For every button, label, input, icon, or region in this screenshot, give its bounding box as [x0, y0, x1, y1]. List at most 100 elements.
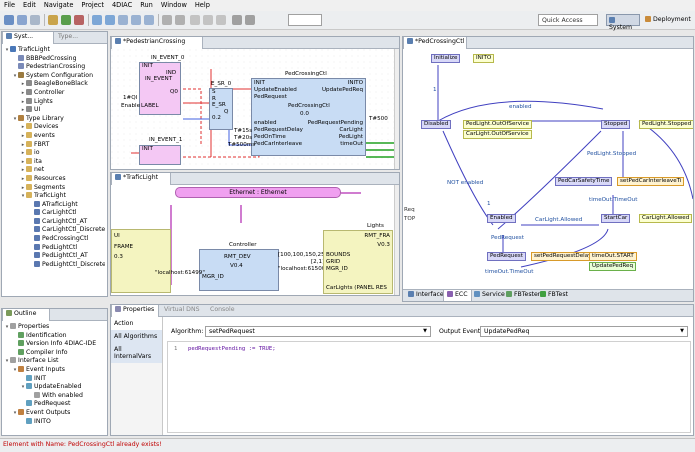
state-initialize[interactable]: Initialize [431, 54, 461, 63]
tree-item[interactable]: ▸ Lights [4, 97, 105, 107]
tree-item[interactable]: Identification [4, 331, 105, 341]
action-set-ped-request-delay[interactable]: setPedRequestDelay [531, 252, 595, 261]
menu-4diac[interactable]: 4DIAC [108, 0, 136, 9]
zoom-out-icon[interactable] [105, 15, 115, 25]
output-event-select[interactable]: UpdatePedReq ▼ [480, 326, 688, 337]
tab-trafic-light[interactable]: *TraficLight [111, 173, 171, 185]
action-pedlight-stopped[interactable]: PedLight.Stopped [639, 120, 693, 129]
search-icon[interactable] [190, 15, 200, 25]
tree-item[interactable]: Compiler Info [4, 348, 105, 358]
tree-item[interactable]: PedRequest [4, 400, 105, 409]
tab-type-navigator[interactable]: Type... [55, 32, 85, 44]
deploy-icon[interactable] [48, 15, 58, 25]
action-carlight-allowed[interactable]: CarLight.Allowed [639, 214, 693, 223]
menu-navigate[interactable]: Navigate [40, 0, 78, 9]
tree-item[interactable]: ▾ TraficLight [4, 192, 105, 201]
new-icon[interactable] [4, 15, 14, 25]
tree-item[interactable]: PedCrossingCtl [4, 235, 105, 244]
tree-item[interactable]: ▾ System Configuration [4, 71, 105, 81]
tree-item[interactable]: BBBPedCrossing [4, 54, 105, 64]
tab-interface[interactable]: Interface [405, 290, 447, 301]
state-start-car[interactable]: StartCar [601, 214, 631, 223]
algorithm-code-editor[interactable]: 1 pedRequestPending := TRUE; [167, 341, 691, 433]
run-icon[interactable] [61, 15, 71, 25]
align-center-icon[interactable] [131, 15, 141, 25]
menu-file[interactable]: File [0, 0, 19, 9]
tree-item[interactable]: INITO [4, 417, 105, 427]
vertical-scrollbar[interactable] [394, 49, 399, 169]
save-icon[interactable] [17, 15, 27, 25]
tree-item[interactable]: CarLightCtl_Discrete [4, 226, 105, 235]
tree-item[interactable]: ▸ net [4, 166, 105, 175]
sidebar-all-internal-vars[interactable]: All InternalVars [111, 343, 162, 363]
algorithm-select[interactable]: setPedRequest ▼ [205, 326, 431, 337]
tree-item[interactable]: ▸ Segments [4, 183, 105, 193]
tab-virtual-dns[interactable]: Virtual DNS [161, 305, 203, 317]
state-enabled[interactable]: Enabled [487, 214, 516, 223]
tree-item[interactable]: PedLightCtl_Discrete [4, 260, 105, 270]
action-timeout-start[interactable]: timeOut.START [589, 252, 637, 261]
sidebar-all-algorithms[interactable]: All Algorithms [111, 330, 162, 343]
tab-console[interactable]: Console [207, 305, 238, 317]
action-inito[interactable]: INITO [473, 54, 495, 63]
e-sr-block[interactable]: S R E_SR Q 0.2 [209, 88, 233, 130]
action-carlight-outofservice[interactable]: CarLight.OutOfService [463, 130, 532, 139]
state-ped-request[interactable]: PedRequest [487, 252, 526, 261]
system-perspective-button[interactable]: System [606, 14, 640, 31]
undo-icon[interactable] [162, 15, 172, 25]
ped-crossing-ctl-block[interactable]: INIT INITO UpdateEnabled UpdatePedReq Pe… [251, 78, 366, 156]
tab-ped-crossing-ctl[interactable]: *PedCrossingCtl [403, 37, 467, 49]
properties-icon[interactable] [232, 15, 242, 25]
tree-item[interactable]: ▸ Resources [4, 174, 105, 184]
tab-ecc[interactable]: ECC [443, 290, 472, 301]
palette-icon[interactable] [245, 15, 255, 25]
tab-fbtest[interactable]: FBTest [537, 290, 571, 301]
quick-access-input[interactable]: Quick Access [538, 14, 598, 26]
tree-item[interactable]: ▸ BeagleBoneBlack [4, 80, 105, 89]
action-set-ped-car-interleave[interactable]: setPedCarInterleaveTi [617, 177, 685, 186]
deployment-perspective-button[interactable]: Deployment [643, 14, 693, 26]
tree-item[interactable]: Version Info 4DIAC-IDE [4, 340, 105, 349]
tab-properties[interactable]: Properties [111, 305, 159, 317]
tree-item[interactable]: ▾ UpdateEnabled [4, 383, 105, 392]
stop-icon[interactable] [74, 15, 84, 25]
in-event-1-block[interactable]: INIT [139, 145, 181, 165]
tab-pedestrian-crossing[interactable]: *PedestrianCrossing [111, 37, 203, 49]
tree-item[interactable]: CarLightCtl [4, 209, 105, 218]
tree-item[interactable]: ▾ Properties [4, 323, 105, 332]
menu-window[interactable]: Window [157, 0, 191, 9]
action-pedlight-outofservice[interactable]: PedLight.OutOfService [463, 120, 533, 129]
tree-item[interactable]: PedLightCtl [4, 243, 105, 253]
ui-device[interactable]: UI FRAME 0.3 [111, 229, 171, 293]
tree-item[interactable]: With enabled [4, 391, 105, 401]
align-right-icon[interactable] [144, 15, 154, 25]
tree-item[interactable]: ▸ UI [4, 106, 105, 115]
tree-item[interactable]: ▸ Devices [4, 123, 105, 132]
tree-item[interactable]: ▸ ita [4, 157, 105, 167]
nav-forward-icon[interactable] [216, 15, 226, 25]
tree-item[interactable]: INIT [4, 374, 105, 384]
menu-help[interactable]: Help [191, 0, 214, 9]
tree-item[interactable]: ▾ Interface List [4, 357, 105, 366]
tree-item[interactable]: ▸ FBRT [4, 140, 105, 150]
tree-item[interactable]: CarLightCtl_AT [4, 217, 105, 227]
tree-item[interactable]: ▾ Event Outputs [4, 408, 105, 418]
transition-arrow[interactable] [638, 120, 693, 200]
zoom-combo[interactable] [288, 14, 322, 26]
state-ped-car-safety-time[interactable]: PedCarSafetyTime [555, 177, 613, 186]
zoom-in-icon[interactable] [92, 15, 102, 25]
lights-device[interactable]: RMT_FRA V0.3 BOUNDS GRID MGR_ID CarLight… [323, 230, 393, 294]
tab-system-explorer[interactable]: Syst... [2, 32, 54, 44]
transition-arrow[interactable] [442, 130, 494, 226]
menu-run[interactable]: Run [136, 0, 157, 9]
tree-item[interactable]: PedLightCtl_AT [4, 252, 105, 261]
tree-item[interactable]: ▾ Event Inputs [4, 365, 105, 375]
menu-edit[interactable]: Edit [19, 0, 40, 9]
menu-project[interactable]: Project [77, 0, 108, 9]
tree-item[interactable]: ▸ io [4, 149, 105, 158]
tree-item[interactable]: ▾ Type Library [4, 114, 105, 124]
redo-icon[interactable] [175, 15, 185, 25]
tree-item[interactable]: ▾ TraficLight [4, 46, 105, 55]
state-disabled[interactable]: Disabled [421, 120, 452, 129]
nav-back-icon[interactable] [203, 15, 213, 25]
